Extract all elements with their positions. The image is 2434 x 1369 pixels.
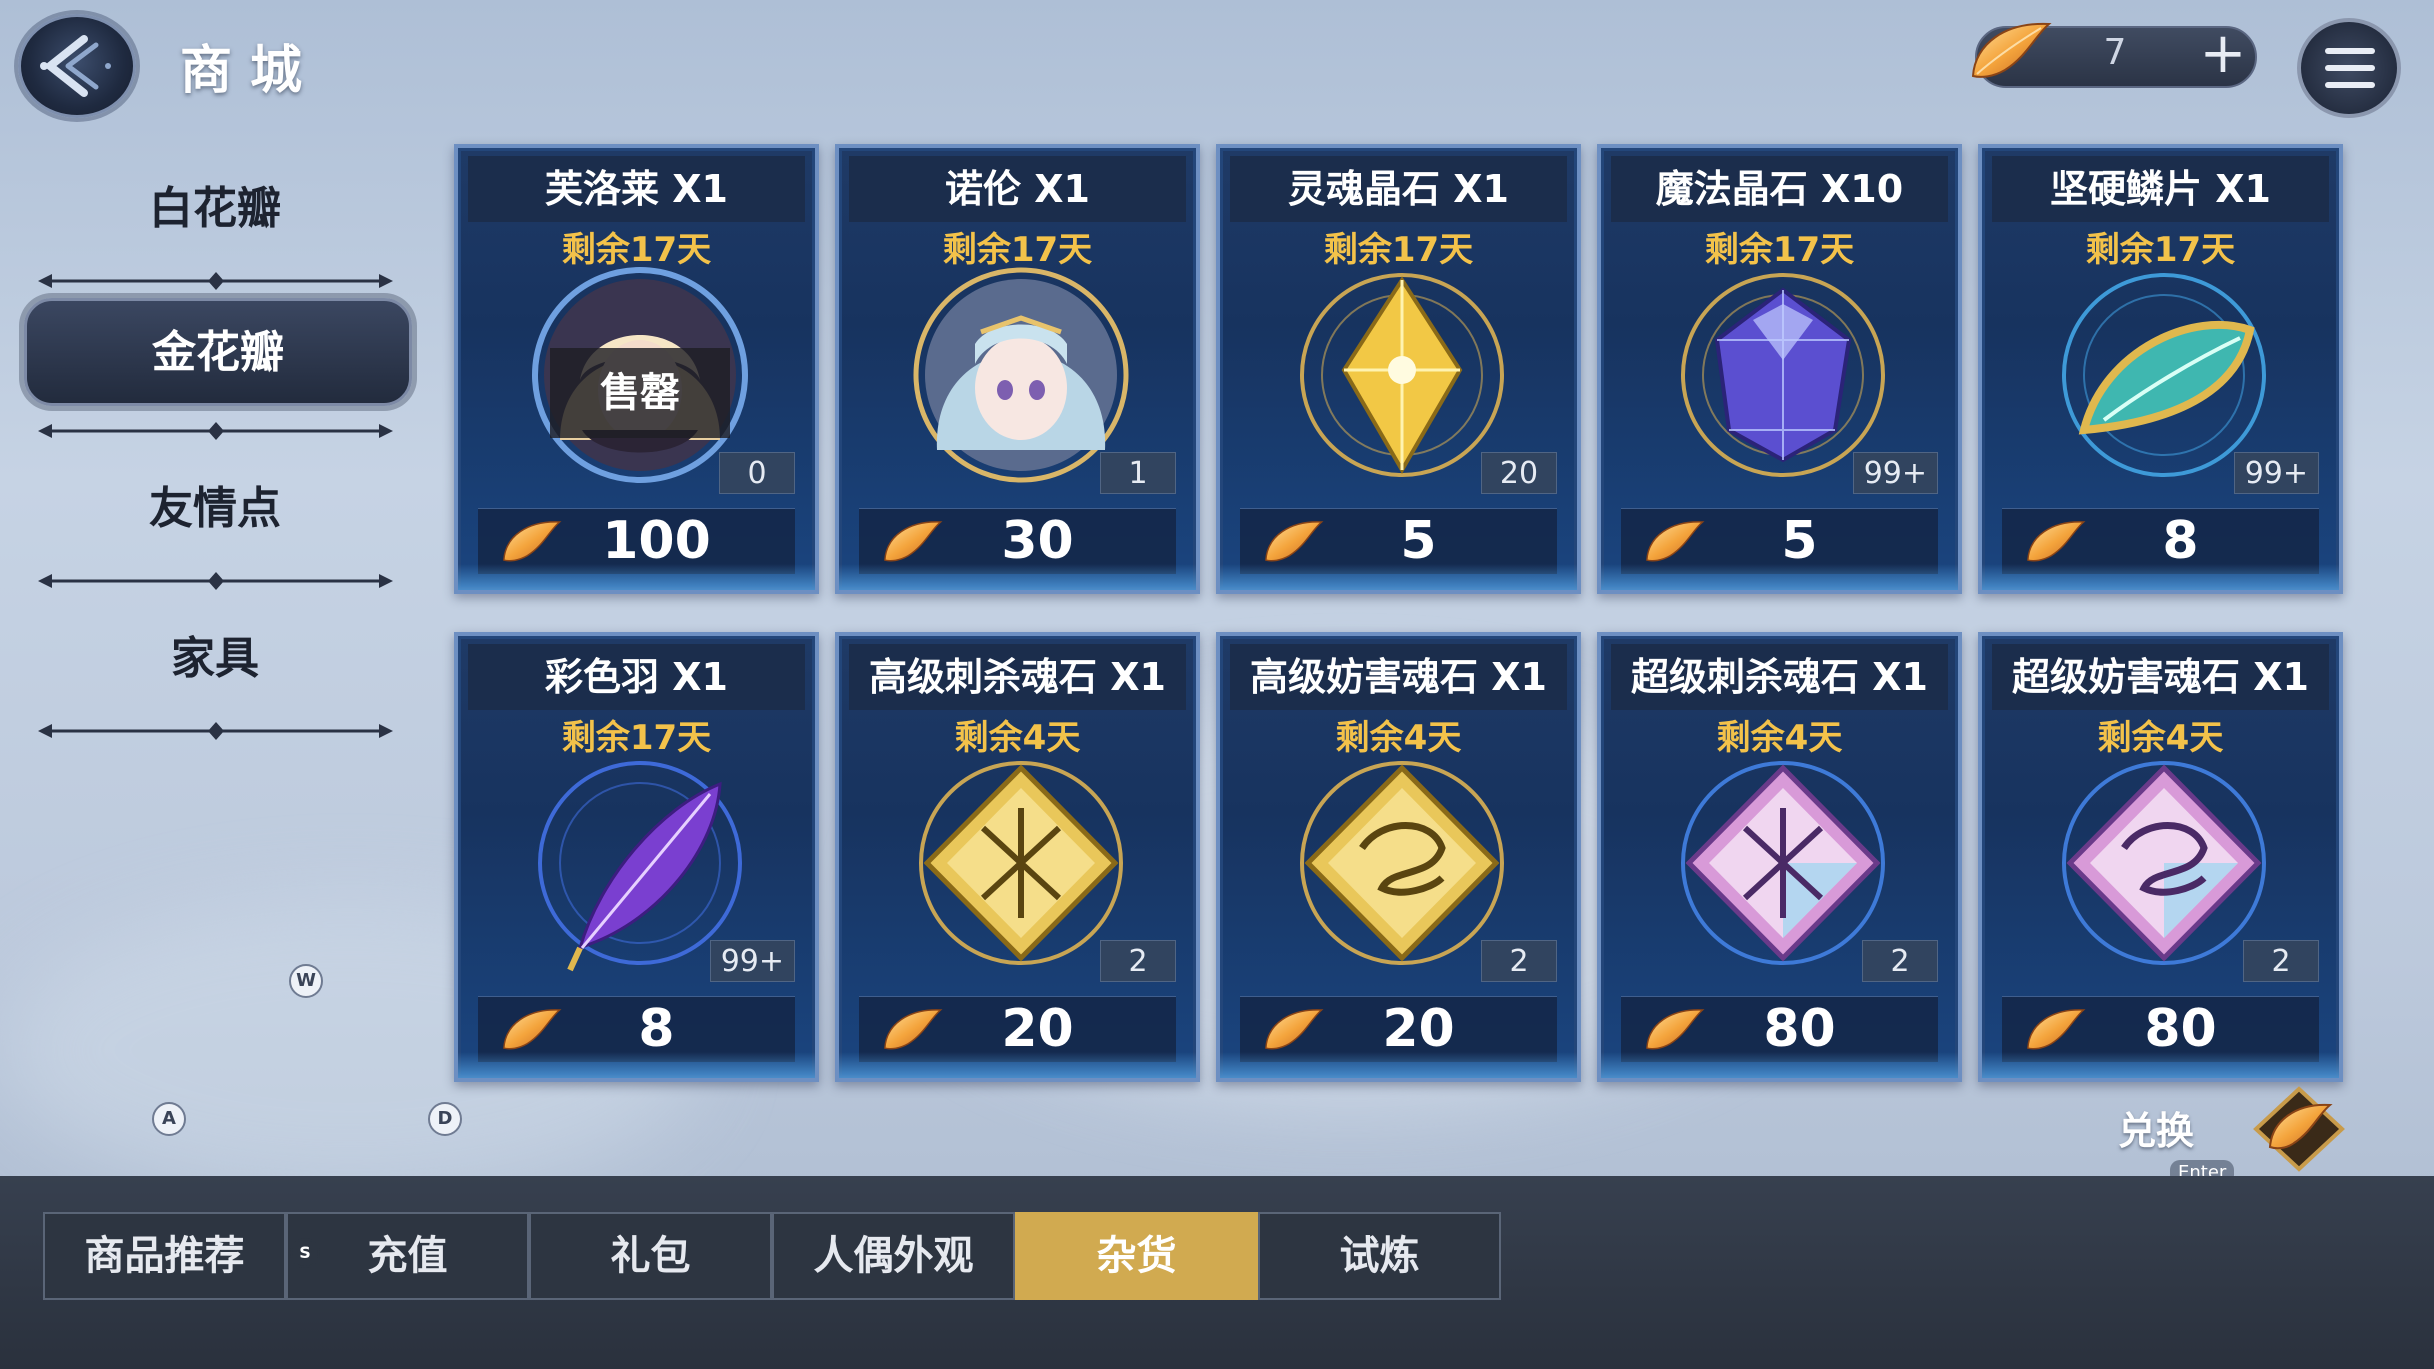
shop-item-card[interactable]: 诺伦 X1 剩余17天 1 30 [835, 144, 1200, 594]
sidebar-item-gold-petal[interactable]: 金花瓣 [24, 298, 412, 406]
item-price: 8 [2162, 511, 2199, 571]
card-glow [1982, 564, 2339, 590]
item-name: 彩色羽 X1 [468, 644, 805, 710]
item-owned-count: 2 [1862, 940, 1938, 982]
shop-item-card[interactable]: 超级妨害魂石 X1 剩余4天 2 80 [1978, 632, 2343, 1082]
back-button[interactable] [18, 14, 136, 118]
shop-item-card[interactable]: 芙洛莱 X1 剩余17天 售罄 0 100 [454, 144, 819, 594]
shop-item-card[interactable]: 彩色羽 X1 剩余17天 99+ 8 [454, 632, 819, 1082]
ornament-divider [38, 722, 393, 740]
item-name: 诺伦 X1 [849, 156, 1186, 222]
key-hint-s: S [290, 1238, 320, 1268]
item-owned-count: 99+ [2233, 452, 2319, 494]
add-currency-button[interactable]: + [2195, 26, 2251, 84]
card-glow [1220, 1052, 1577, 1078]
ornament-divider [38, 572, 393, 590]
menu-icon-line [2325, 82, 2375, 88]
tab-label: 充值 [367, 1233, 448, 1279]
tab-gift-pack[interactable]: 礼包 [529, 1212, 772, 1300]
shop-item-card[interactable]: 超级刺杀魂石 X1 剩余4天 2 80 [1597, 632, 1962, 1082]
item-owned-count: 1 [1100, 452, 1176, 494]
card-glow [1220, 564, 1577, 590]
sidebar-item-label: 金花瓣 [152, 327, 284, 378]
card-glow [839, 1052, 1196, 1078]
exchange-button[interactable] [2250, 1085, 2348, 1173]
card-glow [839, 564, 1196, 590]
gold-petal-icon [1971, 22, 2052, 78]
menu-icon [2325, 48, 2375, 54]
shop-item-card[interactable]: 高级刺杀魂石 X1 剩余4天 2 20 [835, 632, 1200, 1082]
item-price: 8 [638, 999, 675, 1059]
key-hint-a: A [152, 1102, 186, 1136]
item-owned-count: 99+ [709, 940, 795, 982]
ornament-divider [38, 422, 393, 440]
key-hint-d: D [428, 1102, 462, 1136]
key-hint-w: W [289, 964, 323, 998]
sidebar-item-white-petal[interactable]: 白花瓣 [40, 172, 390, 236]
item-price: 30 [1001, 511, 1074, 571]
item-price: 5 [1400, 511, 1437, 571]
sidebar-item-friendship[interactable]: 友情点 [40, 472, 390, 536]
tab-recharge[interactable]: 充值 [286, 1212, 529, 1300]
tab-trial[interactable]: 试炼 [1258, 1212, 1501, 1300]
item-price: 100 [602, 511, 711, 571]
item-name: 超级刺杀魂石 X1 [1611, 644, 1948, 710]
currency-value: 7 [2103, 32, 2127, 73]
item-name: 魔法晶石 X10 [1611, 156, 1948, 222]
item-name: 超级妨害魂石 X1 [1992, 644, 2329, 710]
item-name: 坚硬鳞片 X1 [1992, 156, 2329, 222]
page-title: 商城 [180, 41, 321, 101]
card-glow [458, 564, 815, 590]
shop-item-card[interactable]: 魔法晶石 X10 剩余17天 99+ 5 [1597, 144, 1962, 594]
card-glow [1982, 1052, 2339, 1078]
item-name: 高级刺杀魂石 X1 [849, 644, 1186, 710]
card-glow [1601, 564, 1958, 590]
tab-doll-appearance[interactable]: 人偶外观 [772, 1212, 1015, 1300]
item-price: 80 [2144, 999, 2217, 1059]
item-name: 芙洛莱 X1 [468, 156, 805, 222]
item-name: 灵魂晶石 X1 [1230, 156, 1567, 222]
back-arrow-icon [40, 35, 111, 97]
tab-recommended[interactable]: 商品推荐 [43, 1212, 286, 1300]
item-owned-count: 20 [1481, 452, 1557, 494]
item-owned-count: 2 [2243, 940, 2319, 982]
menu-icon-line [2325, 65, 2375, 71]
item-price: 5 [1781, 511, 1818, 571]
exchange-label: 兑换 [2118, 1109, 2195, 1153]
menu-button[interactable] [2297, 18, 2401, 118]
item-owned-count: 2 [1481, 940, 1557, 982]
item-owned-count: 2 [1100, 940, 1176, 982]
item-name: 高级妨害魂石 X1 [1230, 644, 1567, 710]
item-price: 20 [1382, 999, 1455, 1059]
item-owned-count: 99+ [1852, 452, 1938, 494]
shop-item-card[interactable]: 灵魂晶石 X1 剩余17天 20 5 [1216, 144, 1581, 594]
shop-item-card[interactable]: 高级妨害魂石 X1 剩余4天 2 20 [1216, 632, 1581, 1082]
ornament-divider [38, 272, 393, 290]
tab-sundries[interactable]: 杂货 [1015, 1212, 1258, 1300]
sidebar-item-furniture[interactable]: 家具 [40, 622, 390, 686]
shop-item-card[interactable]: 坚硬鳞片 X1 剩余17天 99+ 8 [1978, 144, 2343, 594]
sold-out-badge: 售罄 [550, 348, 730, 438]
item-price: 80 [1763, 999, 1836, 1059]
card-glow [458, 1052, 815, 1078]
item-owned-count: 0 [719, 452, 795, 494]
card-glow [1601, 1052, 1958, 1078]
item-price: 20 [1001, 999, 1074, 1059]
